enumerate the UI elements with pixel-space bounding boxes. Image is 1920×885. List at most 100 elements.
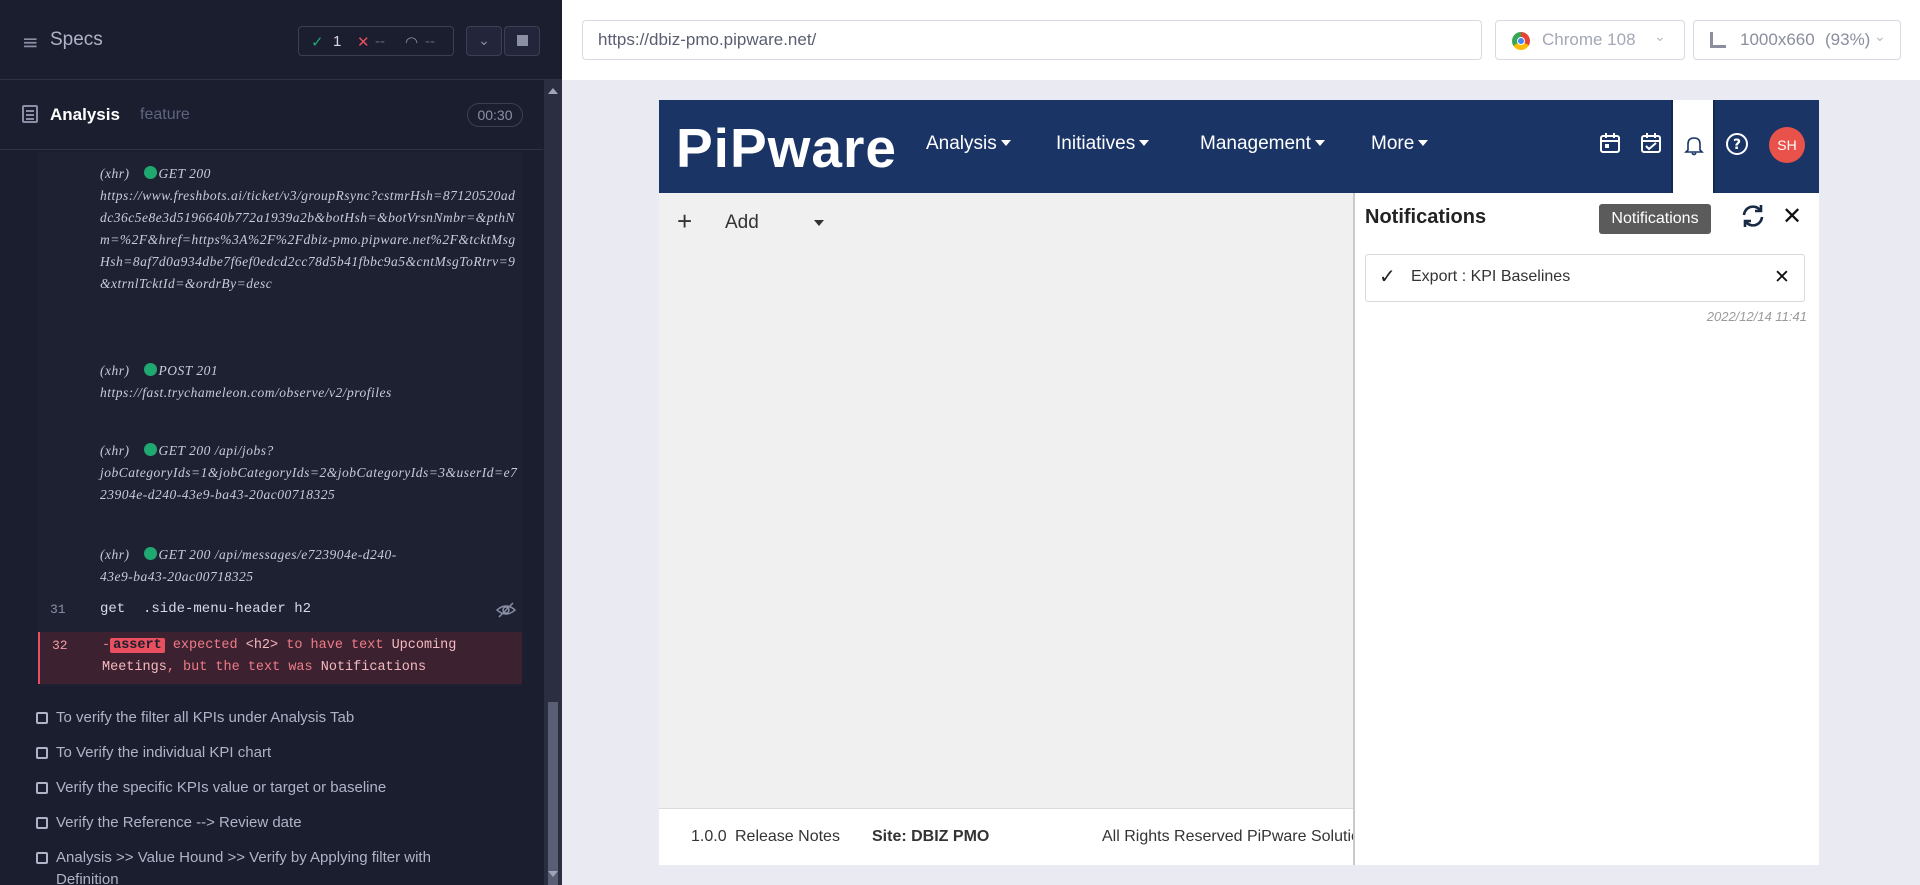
specs-title[interactable]: Specs (50, 29, 103, 51)
test-status-icon (36, 747, 48, 759)
document-icon (22, 105, 38, 123)
log-inline: /api/jobs? (214, 443, 274, 458)
log-entry-xhr[interactable]: (xhr) GET 200 /api/messages/e723904e-d240… (100, 544, 520, 588)
log-body: 43e9-ba43-20ac00718325 (100, 569, 254, 584)
test-title: To verify the filter all KPIs under Anal… (56, 709, 355, 726)
stop-button[interactable] (504, 26, 540, 56)
scroll-thumb[interactable] (548, 702, 558, 885)
specs-menu-icon[interactable]: ≡ (22, 32, 39, 52)
log-body: jobCategoryIds=1&jobCategoryIds=2&jobCat… (100, 465, 518, 502)
log-kind: (xhr) (100, 547, 130, 562)
test-status-icon (36, 782, 48, 794)
caret-down-icon (1139, 140, 1150, 146)
eye-hidden-icon[interactable] (495, 602, 517, 622)
assert-text: , but the text was (166, 660, 321, 675)
test-runner-panel: ≡ Specs ✓ 1 ✕ -- ◠ -- ⌄ Analysis feature… (0, 0, 562, 885)
log-method: GET 200 (158, 166, 211, 181)
log-body: https://www.freshbots.ai/ticket/v3/group… (100, 188, 516, 291)
aut-preview: https://dbiz-pmo.pipware.net/ Chrome 108… (562, 0, 1920, 885)
specs-header: ≡ Specs ✓ 1 ✕ -- ◠ -- ⌄ (0, 0, 562, 80)
assert-badge: assert (110, 638, 165, 653)
passed-count: 1 (333, 33, 342, 50)
menu-label: Management (1200, 133, 1311, 154)
url-field[interactable]: https://dbiz-pmo.pipware.net/ (582, 20, 1482, 60)
log-entry-xhr[interactable]: (xhr) GET 200 /api/jobs? jobCategoryIds=1… (100, 440, 520, 506)
avatar[interactable]: SH (1769, 127, 1805, 163)
pending-count: -- (425, 33, 435, 50)
calendar-check-icon[interactable] (1640, 132, 1666, 158)
command-number: 32 (52, 638, 68, 653)
test-title: Verify the Reference --> Review date (56, 814, 302, 831)
menu-analysis[interactable]: Analysis (926, 133, 1011, 155)
dismiss-icon[interactable]: ✕ (1774, 266, 1790, 288)
caret-down-icon (1000, 140, 1011, 146)
log-kind: (xhr) (100, 363, 130, 378)
runner-scrollbar[interactable] (544, 80, 562, 885)
command-name[interactable]: get (100, 601, 125, 617)
notifications-button[interactable] (1671, 100, 1715, 193)
scroll-up-icon[interactable] (548, 88, 558, 94)
chrome-icon-center (1517, 37, 1525, 45)
spec-type: feature (140, 106, 190, 123)
svg-text:?: ? (1733, 137, 1741, 153)
chevron-down-icon: ⌄ (1654, 28, 1666, 44)
spec-name: Analysis (50, 105, 120, 124)
menu-more[interactable]: More (1371, 133, 1429, 155)
test-status-icon (36, 712, 48, 724)
assert-text: expected (164, 638, 246, 653)
menu-initiatives[interactable]: Initiatives (1056, 133, 1150, 155)
test-title: Analysis >> Value Hound >> Verify by App… (56, 849, 431, 885)
test-status-icon (36, 852, 48, 864)
notification-label: Export : KPI Baselines (1411, 268, 1571, 285)
assert-actual: Notifications (320, 660, 427, 675)
add-label: Add (725, 212, 759, 233)
notifications-panel: Notifications Notifications ✕ ✓ Export :… (1353, 193, 1819, 865)
menu-management[interactable]: Management (1200, 133, 1325, 155)
status-dot-icon (143, 363, 157, 376)
viewport-zoom: (93%) (1825, 30, 1871, 49)
app-version: 1.0.0 (691, 828, 727, 845)
refresh-icon[interactable] (1740, 203, 1766, 233)
assert-prefix: - (102, 638, 111, 653)
add-dropdown[interactable]: + Add (677, 208, 824, 238)
log-kind: (xhr) (100, 443, 130, 458)
viewport-size: 1000x660 (1740, 30, 1815, 49)
assert-error-row[interactable]: 32 - assert expected <h2> to have text Up… (38, 632, 522, 684)
passed-icon: ✓ (311, 34, 324, 51)
failed-icon: ✕ (357, 34, 370, 51)
log-entry-xhr[interactable]: (xhr) GET 200 https://www.freshbots.ai/ti… (100, 163, 520, 295)
calendar-icon[interactable] (1599, 132, 1625, 158)
assert-tag: <h2> (245, 638, 279, 653)
caret-down-icon (1418, 140, 1429, 146)
viewport-selector[interactable]: 1000x660 (93%) ⌄ (1693, 20, 1901, 60)
test-title: Verify the specific KPIs value or target… (56, 779, 387, 796)
notifications-tooltip: Notifications (1599, 204, 1711, 234)
failed-count: -- (375, 33, 385, 50)
bell-icon (1683, 134, 1705, 160)
browser-selector[interactable]: Chrome 108 ⌄ (1495, 20, 1685, 60)
scroll-down-icon[interactable] (548, 871, 558, 877)
chevron-down-icon[interactable]: ⌄ (466, 26, 502, 56)
test-status-icon (36, 817, 48, 829)
help-icon[interactable]: ? (1725, 132, 1751, 158)
browser-name: Chrome 108 (1542, 30, 1636, 49)
check-icon: ✓ (1379, 264, 1396, 288)
menu-label: Analysis (926, 133, 997, 154)
assert-text: to have text (278, 638, 392, 653)
status-dot-icon (143, 166, 157, 179)
spec-duration: 00:30 (467, 103, 523, 127)
close-icon[interactable]: ✕ (1782, 202, 1802, 230)
notifications-title: Notifications (1365, 206, 1487, 228)
pipware-logo[interactable]: PiPware (676, 116, 897, 180)
log-method: GET 200 (158, 547, 211, 562)
stop-icon (516, 35, 528, 46)
release-notes-link[interactable]: Release Notes (735, 828, 840, 846)
menu-label: Initiatives (1056, 133, 1136, 154)
test-stats: ✓ 1 ✕ -- ◠ -- (298, 26, 454, 56)
assert-expected: Meetings (102, 660, 167, 675)
log-entry-xhr[interactable]: (xhr) POST 201 https://fast.trychameleon.… (100, 360, 520, 404)
notification-item[interactable]: ✓ Export : KPI Baselines ✕ (1365, 254, 1805, 302)
site-name: Site: DBIZ PMO (872, 828, 990, 845)
notification-date: 2022/12/14 11:41 (1706, 309, 1807, 324)
assert-message: - assert expected <h2> to have text Upcom… (102, 635, 522, 679)
